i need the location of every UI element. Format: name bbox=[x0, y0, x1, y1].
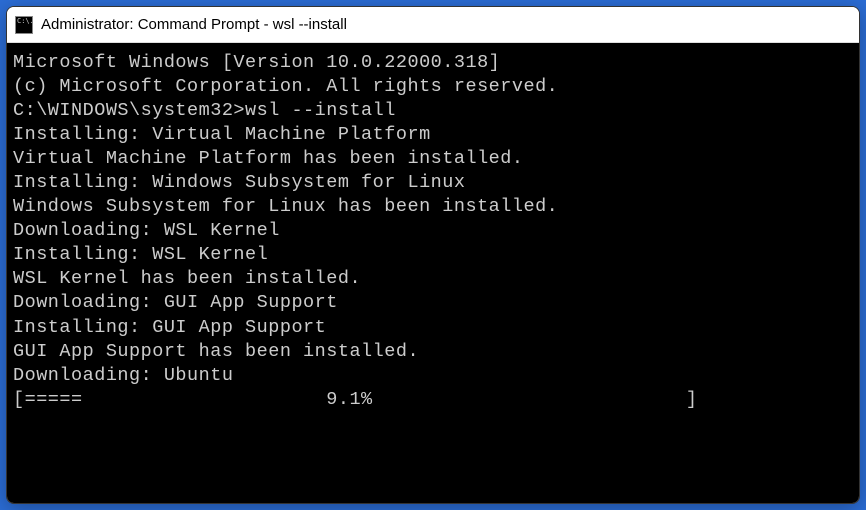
console-line: WSL Kernel has been installed. bbox=[13, 267, 853, 291]
console-line: Installing: WSL Kernel bbox=[13, 243, 853, 267]
console-line: Installing: GUI App Support bbox=[13, 316, 853, 340]
console-line: Installing: Windows Subsystem for Linux bbox=[13, 171, 853, 195]
console-progress-line: [===== 9.1% ] bbox=[13, 388, 853, 412]
titlebar[interactable]: C:\. Administrator: Command Prompt - wsl… bbox=[7, 7, 859, 43]
console-prompt-line: C:\WINDOWS\system32>wsl --install bbox=[13, 99, 853, 123]
console-line: Installing: Virtual Machine Platform bbox=[13, 123, 853, 147]
window-title: Administrator: Command Prompt - wsl --in… bbox=[41, 16, 347, 33]
console-line: Downloading: Ubuntu bbox=[13, 364, 853, 388]
console-line: Windows Subsystem for Linux has been ins… bbox=[13, 195, 853, 219]
console-line: Downloading: WSL Kernel bbox=[13, 219, 853, 243]
console-line: GUI App Support has been installed. bbox=[13, 340, 853, 364]
console-line: Downloading: GUI App Support bbox=[13, 291, 853, 315]
console-line: Microsoft Windows [Version 10.0.22000.31… bbox=[13, 51, 853, 75]
command-prompt-window: C:\. Administrator: Command Prompt - wsl… bbox=[6, 6, 860, 504]
cmd-icon: C:\. bbox=[15, 16, 33, 34]
console-line: (c) Microsoft Corporation. All rights re… bbox=[13, 75, 853, 99]
console-line: Virtual Machine Platform has been instal… bbox=[13, 147, 853, 171]
console-output[interactable]: Microsoft Windows [Version 10.0.22000.31… bbox=[7, 43, 859, 503]
